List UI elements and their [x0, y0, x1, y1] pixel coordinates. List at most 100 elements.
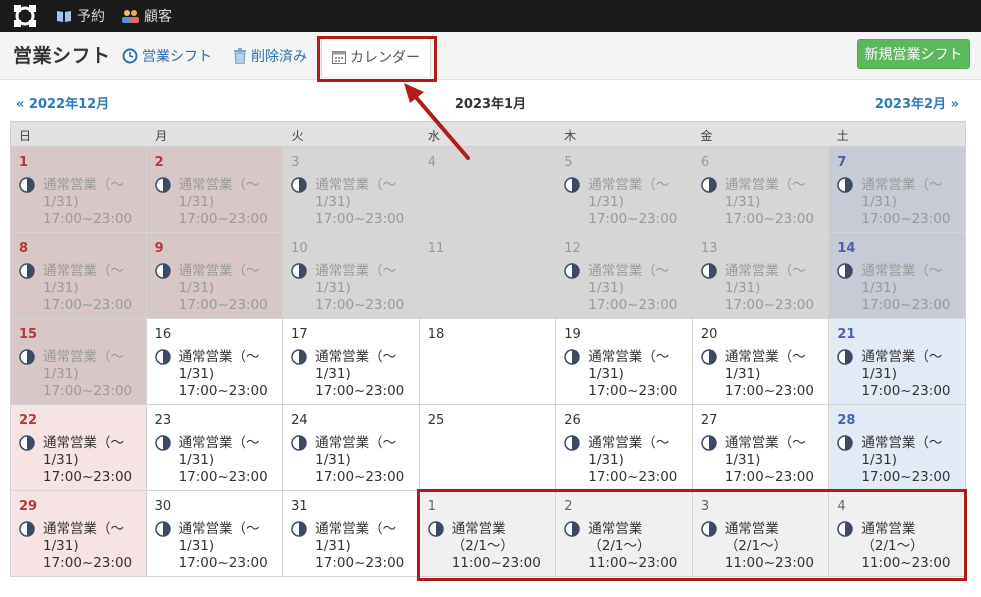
- calendar-day-cell[interactable]: 19 通常営業（〜 1/31) 17:00~23:00: [556, 319, 693, 405]
- shift-event[interactable]: 通常営業（〜 1/31) 17:00~23:00: [564, 435, 692, 486]
- shift-name: 通常営業: [451, 521, 506, 537]
- prev-month-link[interactable]: « 2022年12月: [16, 93, 109, 112]
- shift-event[interactable]: 通常営業（〜 1/31) 17:00~23:00: [837, 435, 965, 486]
- calendar-day-cell[interactable]: 25: [419, 405, 557, 491]
- shift-event[interactable]: 通常営業（〜 1/31) 17:00~23:00: [19, 349, 146, 400]
- shift-hours: 17:00~23:00: [178, 555, 268, 571]
- shift-period: 1/31): [724, 280, 761, 296]
- shift-event[interactable]: 通常営業（〜 1/31) 17:00~23:00: [701, 349, 829, 400]
- calendar-day-cell[interactable]: 4: [419, 147, 557, 233]
- calendar-day-cell[interactable]: 13 通常営業（〜 1/31) 17:00~23:00: [692, 233, 830, 319]
- shift-event[interactable]: 通常営業 （2/1〜） 11:00~23:00: [701, 521, 829, 572]
- calendar-day-cell[interactable]: 29 通常営業（〜 1/31) 17:00~23:00: [10, 491, 147, 577]
- shift-event[interactable]: 通常営業 （2/1〜） 11:00~23:00: [427, 521, 556, 572]
- shift-event[interactable]: 通常営業（〜 1/31) 17:00~23:00: [701, 435, 829, 486]
- shift-event[interactable]: 通常営業（〜 1/31) 17:00~23:00: [19, 521, 146, 572]
- shift-event[interactable]: 通常営業（〜 1/31) 17:00~23:00: [291, 521, 419, 572]
- shift-event[interactable]: 通常営業（〜 1/31) 17:00~23:00: [837, 177, 965, 228]
- shift-name: 通常営業（〜: [178, 349, 260, 365]
- shift-event[interactable]: 通常営業（〜 1/31) 17:00~23:00: [154, 177, 283, 228]
- calendar-day-cell[interactable]: 4 通常営業 （2/1〜） 11:00~23:00: [829, 491, 966, 577]
- calendar-day-cell[interactable]: 3 通常営業 （2/1〜） 11:00~23:00: [692, 491, 830, 577]
- shift-event[interactable]: 通常営業（〜 1/31) 17:00~23:00: [154, 263, 283, 314]
- calendar-day-cell[interactable]: 28 通常営業（〜 1/31) 17:00~23:00: [829, 405, 966, 491]
- shift-event[interactable]: 通常営業（〜 1/31) 17:00~23:00: [19, 435, 146, 486]
- calendar-day-cell[interactable]: 6 通常営業（〜 1/31) 17:00~23:00: [692, 147, 830, 233]
- tab-business-shift[interactable]: 営業シフト: [122, 46, 212, 66]
- shift-event[interactable]: 通常営業（〜 1/31) 17:00~23:00: [564, 263, 692, 314]
- shift-event[interactable]: 通常営業（〜 1/31) 17:00~23:00: [19, 263, 146, 314]
- calendar-day-cell[interactable]: 24 通常営業（〜 1/31) 17:00~23:00: [283, 405, 420, 491]
- shift-event[interactable]: 通常営業（〜 1/31) 17:00~23:00: [154, 521, 283, 572]
- shift-period: 1/31): [43, 280, 79, 296]
- shift-name: 通常営業（〜: [315, 521, 397, 537]
- calendar-day-cell[interactable]: 2 通常営業（〜 1/31) 17:00~23:00: [146, 147, 284, 233]
- shift-event[interactable]: 通常営業（〜 1/31) 17:00~23:00: [701, 263, 829, 314]
- tab-deleted[interactable]: 削除済み: [233, 46, 307, 66]
- shift-event[interactable]: 通常営業（〜 1/31) 17:00~23:00: [154, 435, 283, 486]
- calendar-day-cell[interactable]: 21 通常営業（〜 1/31) 17:00~23:00: [829, 319, 966, 405]
- shift-event[interactable]: 通常営業 （2/1〜） 11:00~23:00: [564, 521, 692, 572]
- shift-event[interactable]: 通常営業（〜 1/31) 17:00~23:00: [291, 263, 419, 314]
- day-number: 29: [19, 499, 38, 514]
- shift-event[interactable]: 通常営業（〜 1/31) 17:00~23:00: [701, 177, 829, 228]
- calendar-grid: 日月火水木金土 1 通常営業（〜 1/31) 17:00~23:00 2 通常営業（〜 1/…: [10, 121, 966, 577]
- shift-event[interactable]: 通常営業（〜 1/31) 17:00~23:00: [837, 263, 965, 314]
- calendar-day-cell[interactable]: 31 通常営業（〜 1/31) 17:00~23:00: [283, 491, 420, 577]
- shift-event[interactable]: 通常営業（〜 1/31) 17:00~23:00: [19, 177, 146, 228]
- calendar-day-cell[interactable]: 18: [419, 319, 557, 405]
- calendar-day-cell[interactable]: 14 通常営業（〜 1/31) 17:00~23:00: [829, 233, 966, 319]
- calendar-day-cell[interactable]: 2 通常営業 （2/1〜） 11:00~23:00: [556, 491, 693, 577]
- half-circle-icon: [19, 435, 35, 451]
- calendar-day-cell[interactable]: 27 通常営業（〜 1/31) 17:00~23:00: [692, 405, 830, 491]
- tab-calendar[interactable]: カレンダー: [321, 37, 431, 76]
- shift-event[interactable]: 通常営業（〜 1/31) 17:00~23:00: [564, 349, 692, 400]
- next-month-link[interactable]: 2023年2月 »: [875, 93, 959, 112]
- calendar-day-cell[interactable]: 8 通常営業（〜 1/31) 17:00~23:00: [10, 233, 147, 319]
- calendar-day-cell[interactable]: 23 通常営業（〜 1/31) 17:00~23:00: [146, 405, 284, 491]
- half-circle-icon: [837, 263, 854, 279]
- shift-event[interactable]: 通常営業（〜 1/31) 17:00~23:00: [291, 349, 419, 400]
- calendar-day-cell[interactable]: 20 通常営業（〜 1/31) 17:00~23:00: [692, 319, 830, 405]
- shift-period: 1/31): [43, 194, 79, 210]
- shift-period: 1/31): [588, 280, 624, 296]
- calendar-day-cell[interactable]: 9 通常営業（〜 1/31) 17:00~23:00: [146, 233, 284, 319]
- calendar-day-cell[interactable]: 16 通常営業（〜 1/31) 17:00~23:00: [146, 319, 284, 405]
- shift-period: 1/31): [861, 194, 897, 210]
- shift-hours: 17:00~23:00: [724, 383, 814, 399]
- calendar-day-cell[interactable]: 26 通常営業（〜 1/31) 17:00~23:00: [556, 405, 693, 491]
- shift-event[interactable]: 通常営業（〜 1/31) 17:00~23:00: [837, 349, 965, 400]
- trash-icon: [233, 48, 247, 64]
- shift-period: 1/31): [724, 194, 761, 210]
- shift-event[interactable]: 通常営業（〜 1/31) 17:00~23:00: [154, 349, 283, 400]
- logo-icon[interactable]: [12, 3, 38, 29]
- calendar-day-cell[interactable]: 30 通常営業（〜 1/31) 17:00~23:00: [146, 491, 284, 577]
- day-number: 20: [700, 327, 718, 342]
- calendar-day-cell[interactable]: 1 通常営業（〜 1/31) 17:00~23:00: [10, 147, 147, 233]
- calendar-day-cell[interactable]: 11: [419, 233, 557, 319]
- shift-period: 1/31): [178, 538, 215, 554]
- shift-event[interactable]: 通常営業（〜 1/31) 17:00~23:00: [291, 435, 419, 486]
- shift-period: （2/1〜）: [451, 538, 514, 554]
- calendar-day-cell[interactable]: 7 通常営業（〜 1/31) 17:00~23:00: [829, 147, 966, 233]
- shift-event[interactable]: 通常営業（〜 1/31) 17:00~23:00: [291, 177, 419, 228]
- shift-event[interactable]: 通常営業 （2/1〜） 11:00~23:00: [837, 521, 965, 572]
- day-number: 12: [564, 241, 581, 256]
- shift-name: 通常営業: [588, 521, 643, 537]
- shift-period: 1/31): [43, 452, 79, 468]
- nav-item-customers[interactable]: 顧客: [121, 6, 172, 26]
- calendar-day-cell[interactable]: 22 通常営業（〜 1/31) 17:00~23:00: [10, 405, 147, 491]
- calendar-day-cell[interactable]: 3 通常営業（〜 1/31) 17:00~23:00: [283, 147, 420, 233]
- calendar-day-cell[interactable]: 17 通常営業（〜 1/31) 17:00~23:00: [283, 319, 420, 405]
- calendar-day-cell[interactable]: 5 通常営業（〜 1/31) 17:00~23:00: [556, 147, 693, 233]
- shift-hours: 17:00~23:00: [588, 383, 678, 399]
- calendar-day-cell[interactable]: 12 通常営業（〜 1/31) 17:00~23:00: [556, 233, 693, 319]
- calendar-day-cell[interactable]: 15 通常営業（〜 1/31) 17:00~23:00: [10, 319, 147, 405]
- new-shift-button[interactable]: 新規営業シフト: [857, 39, 970, 69]
- calendar-day-cell[interactable]: 10 通常営業（〜 1/31) 17:00~23:00: [283, 233, 420, 319]
- nav-item-reservation[interactable]: 予約: [56, 6, 105, 26]
- shift-name: 通常営業（〜: [315, 435, 397, 451]
- calendar-day-cell[interactable]: 1 通常営業 （2/1〜） 11:00~23:00: [419, 491, 557, 577]
- shift-period: 1/31): [724, 366, 761, 382]
- shift-event[interactable]: 通常営業（〜 1/31) 17:00~23:00: [564, 177, 692, 228]
